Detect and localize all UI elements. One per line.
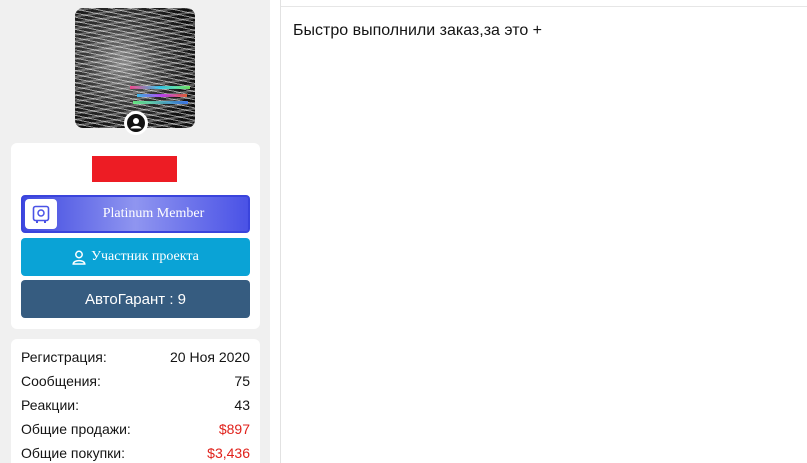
user-icon <box>72 250 86 265</box>
post-divider <box>280 0 281 463</box>
stat-label: Регистрация: <box>21 349 107 365</box>
stat-row-reactions: Реакции: 43 <box>21 393 250 417</box>
stat-value: $897 <box>218 421 250 437</box>
avatar-glitch-streak <box>133 101 188 104</box>
stat-value: 43 <box>234 397 250 413</box>
post-header-line <box>281 6 807 7</box>
stat-row-total-purchases: Общие покупки: $3,436 <box>21 441 250 463</box>
autogarant-label: АвтоГарант : 9 <box>85 290 186 308</box>
stat-row-total-sales: Общие продажи: $897 <box>21 417 250 441</box>
avatar-glitch-streak <box>130 86 190 89</box>
project-member-banner: Участник проекта <box>21 238 250 276</box>
stat-row-messages: Сообщения: 75 <box>21 369 250 393</box>
user-info-card: Platinum Member Участник проекта АвтоГар… <box>11 143 260 329</box>
stat-value: $3,436 <box>207 445 250 461</box>
stat-label: Общие покупки: <box>21 445 125 461</box>
stat-label: Общие продажи: <box>21 421 131 437</box>
autogarant-banner[interactable]: АвтоГарант : 9 <box>21 280 250 318</box>
platinum-member-banner: Platinum Member <box>21 195 250 233</box>
stat-row-registration: Регистрация: 20 Ноя 2020 <box>21 345 250 369</box>
redacted-username[interactable] <box>92 156 177 182</box>
safe-icon <box>25 199 57 229</box>
avatar-glitch-streak <box>137 94 187 97</box>
avatar[interactable] <box>75 8 195 128</box>
stat-label: Сообщения: <box>21 373 101 389</box>
stat-value: 20 Ноя 2020 <box>170 349 250 365</box>
stat-label: Реакции: <box>21 397 79 413</box>
user-sidebar: Platinum Member Участник проекта АвтоГар… <box>0 0 270 463</box>
platinum-member-label: Platinum Member <box>102 206 205 221</box>
project-member-label: Участник проекта <box>91 249 199 264</box>
post-message: Быстро выполнили заказ,за это + <box>293 22 543 39</box>
user-stats: Регистрация: 20 Ноя 2020 Сообщения: 75 Р… <box>11 339 260 463</box>
stat-value: 75 <box>234 373 250 389</box>
user-status-icon <box>124 111 148 135</box>
avatar-wrap[interactable] <box>75 8 195 135</box>
